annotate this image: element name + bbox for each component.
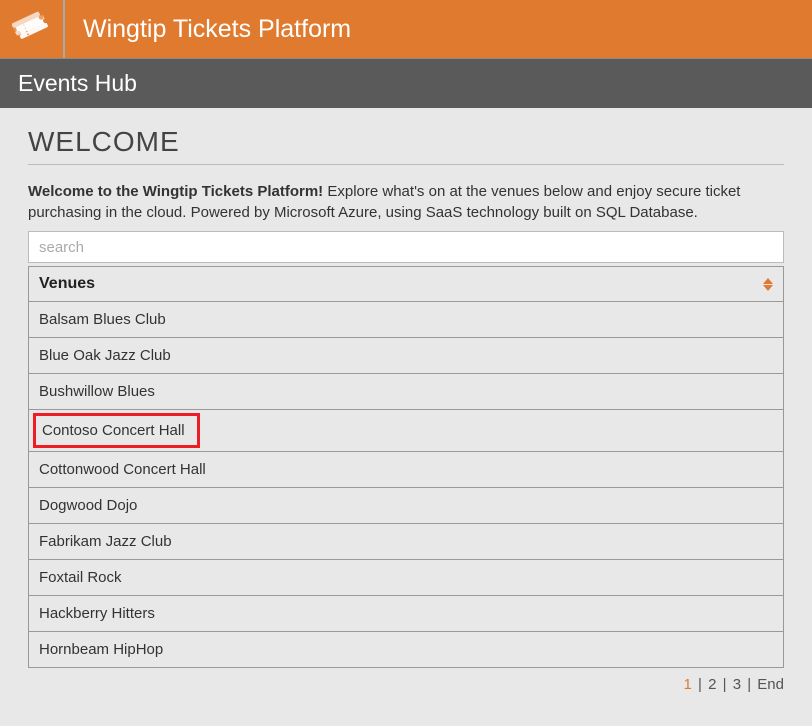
venues-table: Venues Balsam Blues Club Blue Oak Jazz Cl…: [28, 266, 784, 668]
venue-name: Fabrikam Jazz Club: [39, 533, 172, 550]
venue-name: Hornbeam HipHop: [39, 641, 163, 658]
page-link-3[interactable]: 3: [733, 676, 741, 693]
venues-column-header[interactable]: Venues: [29, 267, 783, 302]
venue-row[interactable]: Fabrikam Jazz Club: [29, 524, 783, 560]
venue-row[interactable]: Contoso Concert Hall: [29, 410, 783, 452]
venue-row[interactable]: Hackberry Hitters: [29, 596, 783, 632]
venue-row[interactable]: Foxtail Rock: [29, 560, 783, 596]
venue-name-highlighted: Contoso Concert Hall: [33, 413, 200, 448]
sort-icon[interactable]: [763, 278, 773, 291]
search-input[interactable]: [28, 231, 784, 263]
venue-row[interactable]: Dogwood Dojo: [29, 488, 783, 524]
app-title: Wingtip Tickets Platform: [65, 0, 812, 58]
venues-body: Balsam Blues Club Blue Oak Jazz Club Bushw…: [29, 302, 783, 667]
venue-row[interactable]: Hornbeam HipHop: [29, 632, 783, 667]
app-icon-box: [0, 0, 65, 58]
venue-row[interactable]: Cottonwood Concert Hall: [29, 452, 783, 488]
pagination-separator: |: [747, 676, 751, 693]
top-bar: Wingtip Tickets Platform: [0, 0, 812, 58]
welcome-heading: WELCOME: [28, 126, 784, 165]
pagination-separator: |: [698, 676, 702, 693]
page-link-end[interactable]: End: [757, 676, 784, 693]
venue-name: Bushwillow Blues: [39, 383, 155, 400]
venue-name: Balsam Blues Club: [39, 311, 166, 328]
tickets-icon: [12, 7, 52, 52]
pagination-separator: |: [723, 676, 727, 693]
venue-row[interactable]: Blue Oak Jazz Club: [29, 338, 783, 374]
intro-text: Welcome to the Wingtip Tickets Platform!…: [28, 181, 784, 223]
venue-row[interactable]: Bushwillow Blues: [29, 374, 783, 410]
column-header-label: Venues: [39, 275, 95, 293]
page-current: 1: [684, 676, 692, 693]
venue-name: Hackberry Hitters: [39, 605, 155, 622]
page-link-2[interactable]: 2: [708, 676, 716, 693]
main-content: WELCOME Welcome to the Wingtip Tickets P…: [0, 108, 812, 711]
page-subtitle: Events Hub: [0, 58, 812, 108]
venue-name: Dogwood Dojo: [39, 497, 137, 514]
venue-name: Foxtail Rock: [39, 569, 122, 586]
venue-name: Cottonwood Concert Hall: [39, 461, 206, 478]
venue-row[interactable]: Balsam Blues Club: [29, 302, 783, 338]
intro-bold: Welcome to the Wingtip Tickets Platform!: [28, 183, 323, 200]
venue-name: Blue Oak Jazz Club: [39, 347, 171, 364]
pagination: 1 | 2 | 3 | End: [28, 676, 784, 693]
